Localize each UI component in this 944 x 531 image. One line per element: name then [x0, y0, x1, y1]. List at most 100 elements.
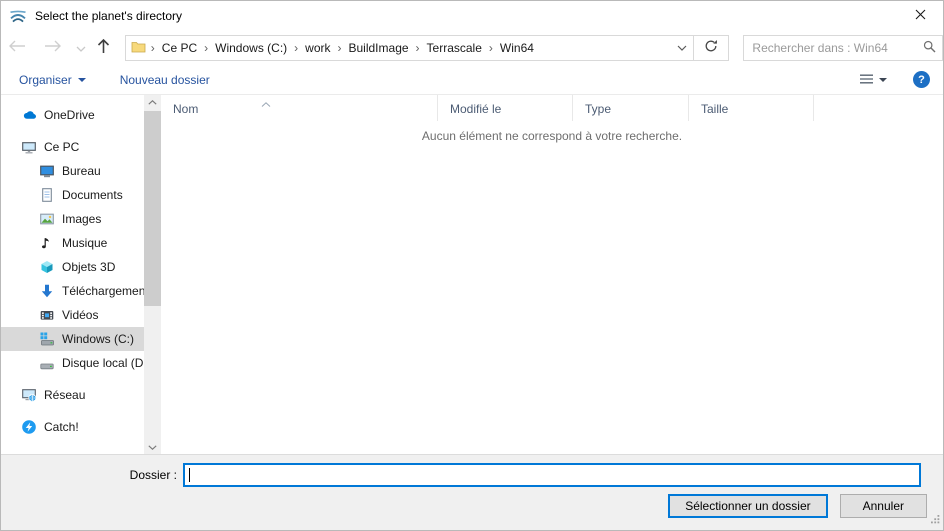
sidebar-item-label: Réseau: [44, 388, 85, 402]
chevron-down-icon: [76, 41, 86, 55]
onedrive-cloud-icon: [21, 107, 37, 123]
windows-drive-icon: [39, 331, 55, 347]
forward-button[interactable]: [41, 35, 65, 61]
change-view-button[interactable]: [860, 73, 887, 87]
breadcrumb-item-buildimage[interactable]: BuildImage: [347, 40, 411, 56]
column-header-type[interactable]: Type: [573, 95, 689, 121]
recent-locations-button[interactable]: [75, 35, 87, 61]
new-folder-button[interactable]: Nouveau dossier: [120, 73, 210, 87]
breadcrumb-item-win64[interactable]: Win64: [498, 40, 536, 56]
sidebar-item-label: Documents: [62, 188, 123, 202]
refresh-icon: [704, 39, 718, 56]
toolbar-right-group: ?: [860, 71, 930, 88]
dialog-footer: Dossier : Sélectionner un dossier Annule…: [1, 454, 943, 530]
sidebar-item-disque-local-d[interactable]: Disque local (D:): [1, 351, 144, 375]
document-icon: [39, 187, 55, 203]
download-arrow-icon: [39, 283, 55, 299]
network-icon: [21, 387, 37, 403]
sidebar-scrollbar[interactable]: [144, 95, 161, 454]
refresh-button[interactable]: [693, 35, 730, 61]
sidebar-item-objets-3d[interactable]: Objets 3D: [1, 255, 144, 279]
address-bar[interactable]: › Ce PC › Windows (C:) › work › BuildIma…: [125, 35, 694, 61]
sidebar-item-ce-pc[interactable]: Ce PC: [1, 135, 144, 159]
search-icon: [923, 40, 936, 56]
hard-drive-icon: [39, 355, 55, 371]
chevron-up-icon: [148, 100, 157, 105]
column-header-nom[interactable]: Nom: [161, 95, 438, 121]
sidebar-item-label: Catch!: [44, 420, 79, 434]
organize-label: Organiser: [19, 73, 72, 87]
organize-menu-button[interactable]: Organiser: [19, 73, 86, 87]
file-list-pane: Nom Modifié le Type Taille Aucun élément…: [161, 95, 943, 454]
breadcrumb-item-terrascale[interactable]: Terrascale: [425, 40, 484, 56]
empty-results-message: Aucun élément ne correspond à votre rech…: [161, 129, 943, 143]
sidebar-item-catch[interactable]: Catch!: [1, 415, 144, 439]
computer-icon: [21, 139, 37, 155]
app-logo-icon: [8, 6, 28, 26]
sidebar-item-onedrive[interactable]: OneDrive: [1, 103, 144, 127]
chevron-down-icon: [148, 445, 157, 450]
sidebar-item-videos[interactable]: Vidéos: [1, 303, 144, 327]
up-button[interactable]: [93, 35, 115, 61]
sidebar-item-label: Windows (C:): [62, 332, 134, 346]
column-header-modifie-le[interactable]: Modifié le: [438, 95, 573, 121]
folder-input-wrap: [183, 463, 921, 487]
breadcrumb-item-ce-pc[interactable]: Ce PC: [160, 40, 199, 56]
scroll-down-button[interactable]: [144, 440, 161, 454]
breadcrumb-item-work[interactable]: work: [303, 40, 332, 56]
breadcrumb-separator: ›: [289, 41, 303, 55]
breadcrumb-separator: ›: [146, 41, 160, 55]
select-folder-button[interactable]: Sélectionner un dossier: [668, 494, 827, 518]
navigation-bar: › Ce PC › Windows (C:) › work › BuildIma…: [1, 30, 943, 65]
navigation-pane: OneDrive Ce PC: [1, 95, 161, 454]
scrollbar-thumb[interactable]: [144, 111, 161, 306]
close-button[interactable]: [898, 1, 943, 30]
sidebar-item-label: Musique: [62, 236, 107, 250]
folder-picker-dialog: Select the planet's directory: [0, 0, 944, 531]
dialog-buttons: Sélectionner un dossier Annuler: [668, 494, 927, 518]
sidebar-item-label: Images: [62, 212, 101, 226]
sidebar-item-images[interactable]: Images: [1, 207, 144, 231]
up-arrow-icon: [97, 38, 110, 57]
folder-icon: [131, 40, 146, 56]
column-header-taille[interactable]: Taille: [689, 95, 814, 121]
breadcrumb-separator: ›: [411, 41, 425, 55]
sidebar-item-label: Objets 3D: [62, 260, 115, 274]
picture-icon: [39, 211, 55, 227]
column-headers: Nom Modifié le Type Taille: [161, 95, 943, 121]
dialog-content: OneDrive Ce PC: [1, 95, 943, 454]
resize-grip[interactable]: [930, 513, 940, 527]
sidebar-item-label: OneDrive: [44, 108, 95, 122]
folder-name-input[interactable]: [190, 467, 919, 483]
sidebar-items: OneDrive Ce PC: [1, 95, 161, 439]
address-dropdown-button[interactable]: [671, 36, 693, 60]
film-icon: [39, 307, 55, 323]
sidebar-item-bureau[interactable]: Bureau: [1, 159, 144, 183]
sidebar-item-label: Téléchargements: [62, 284, 144, 298]
details-view-icon: [860, 73, 873, 87]
sidebar-item-label: Bureau: [62, 164, 101, 178]
breadcrumb-separator: ›: [199, 41, 213, 55]
search-input[interactable]: [750, 40, 923, 56]
sidebar-item-musique[interactable]: Musique: [1, 231, 144, 255]
sidebar-item-label: Ce PC: [44, 140, 79, 154]
new-folder-label: Nouveau dossier: [120, 73, 210, 87]
cancel-button[interactable]: Annuler: [840, 494, 927, 518]
sidebar-item-documents[interactable]: Documents: [1, 183, 144, 207]
folder-name-row: Dossier :: [1, 463, 943, 487]
window-title: Select the planet's directory: [35, 9, 182, 23]
help-button[interactable]: ?: [913, 71, 930, 88]
scroll-up-button[interactable]: [144, 95, 161, 109]
forward-arrow-icon: [44, 40, 62, 55]
sidebar-item-telechargements[interactable]: Téléchargements: [1, 279, 144, 303]
sidebar-item-label: Disque local (D:): [62, 356, 144, 370]
sidebar-item-windows-c[interactable]: Windows (C:): [1, 327, 144, 351]
sidebar-item-reseau[interactable]: Réseau: [1, 383, 144, 407]
folder-input-label: Dossier :: [1, 468, 177, 482]
breadcrumb-item-windows-c[interactable]: Windows (C:): [213, 40, 289, 56]
chevron-down-icon: [677, 45, 687, 51]
chevron-down-icon: [78, 78, 86, 82]
catch-bolt-icon: [21, 419, 37, 435]
chevron-down-icon: [879, 78, 887, 82]
back-button[interactable]: [5, 35, 29, 61]
